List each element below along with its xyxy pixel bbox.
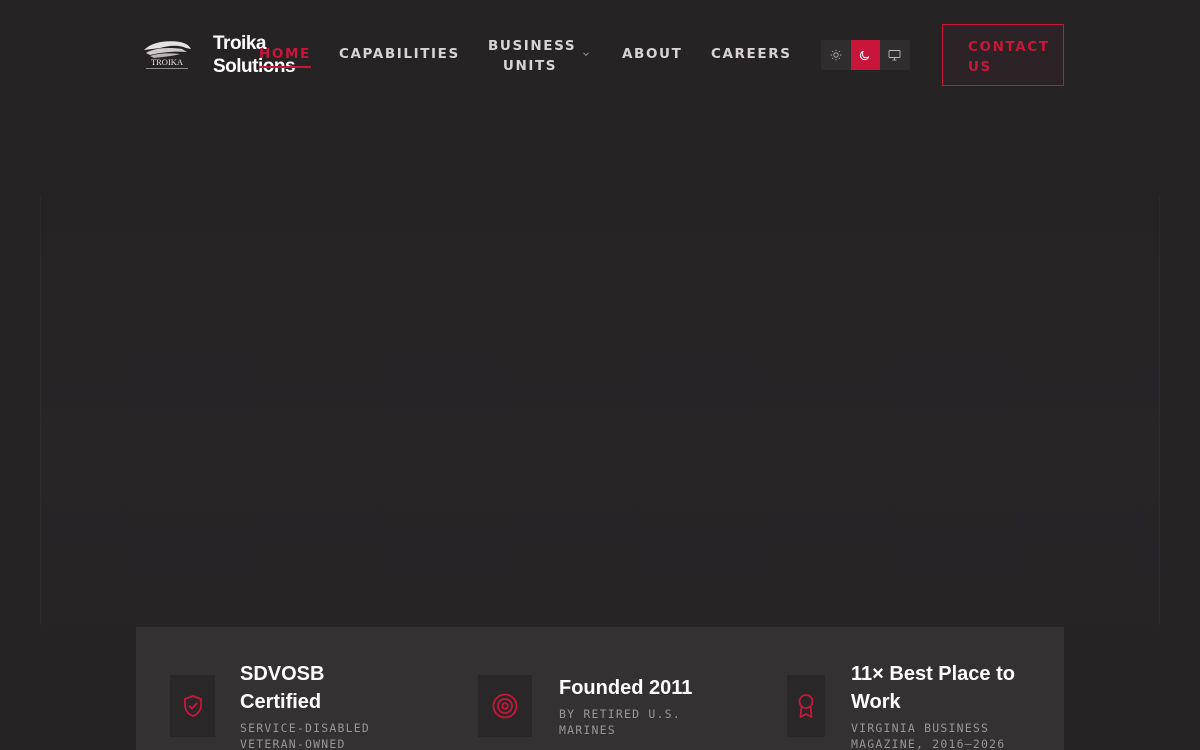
troika-horse-logo[interactable]: TROIKA: [140, 36, 194, 74]
stat-icon-box: [170, 675, 215, 737]
nav-home[interactable]: HOME: [259, 46, 311, 68]
stat-title-line: Work: [851, 691, 901, 713]
stat-title: 11× Best Place to Work: [851, 660, 1015, 716]
stat-title: Founded 2011: [559, 674, 692, 702]
target-icon: [492, 693, 518, 719]
stats-band: SDVOSB Certified SERVICE-DISABLED VETERA…: [136, 627, 1064, 750]
stat-subtitle-line: VIRGINIA BUSINESS: [851, 721, 990, 735]
theme-dark-button[interactable]: [850, 40, 881, 70]
nav-capabilities[interactable]: CAPABILITIES: [339, 46, 460, 62]
theme-light-button[interactable]: [821, 40, 851, 70]
stat-subtitle: BY RETIRED U.S. MARINES: [559, 706, 681, 738]
stat-subtitle: SERVICE-DISABLED VETERAN-OWNED: [240, 720, 370, 750]
contact-line-2: US: [968, 59, 992, 75]
contact-line-1: CONTACT: [968, 39, 1050, 55]
stat-subtitle-line: MAGAZINE, 2016–2026: [851, 737, 1006, 750]
stat-title-line: SDVOSB: [240, 663, 325, 685]
chevron-down-icon[interactable]: [582, 50, 590, 58]
stat-title: SDVOSB Certified: [240, 660, 324, 716]
shield-check-icon: [183, 695, 202, 717]
nav-careers[interactable]: CAREERS: [711, 46, 792, 62]
nav-about[interactable]: ABOUT: [622, 46, 682, 62]
svg-text:TROIKA: TROIKA: [151, 57, 184, 67]
monitor-icon: [889, 50, 901, 61]
site-header: TROIKA Troika Solutions HOME CAPABILITIE…: [0, 0, 1200, 110]
nav-business-units-line-1: BUSINESS: [488, 38, 577, 54]
stat-subtitle: VIRGINIA BUSINESS MAGAZINE, 2016–2026: [851, 720, 1005, 750]
theme-system-button[interactable]: [880, 40, 910, 70]
stat-subtitle-line: MARINES: [559, 723, 616, 737]
stat-icon-box: [787, 675, 825, 737]
stat-subtitle-line: SERVICE-DISABLED: [240, 721, 370, 735]
stat-title-line: 11× Best Place to: [851, 663, 1015, 685]
hero-section: [40, 195, 1160, 625]
stat-subtitle-line: BY RETIRED U.S.: [559, 707, 681, 721]
moon-icon: [860, 50, 870, 61]
stat-title-line: Founded 2011: [559, 677, 693, 699]
stat-title-line: Certified: [240, 691, 322, 713]
stat-subtitle-line: VETERAN-OWNED: [240, 737, 346, 750]
theme-toggle: [821, 40, 910, 70]
nav-business-units[interactable]: BUSINESS UNITS: [488, 36, 577, 76]
sun-icon: [830, 49, 842, 61]
award-ribbon-icon: [798, 694, 814, 718]
stat-icon-box: [478, 675, 532, 737]
contact-us-button[interactable]: CONTACT US: [942, 24, 1064, 86]
nav-business-units-line-2: UNITS: [502, 58, 558, 74]
